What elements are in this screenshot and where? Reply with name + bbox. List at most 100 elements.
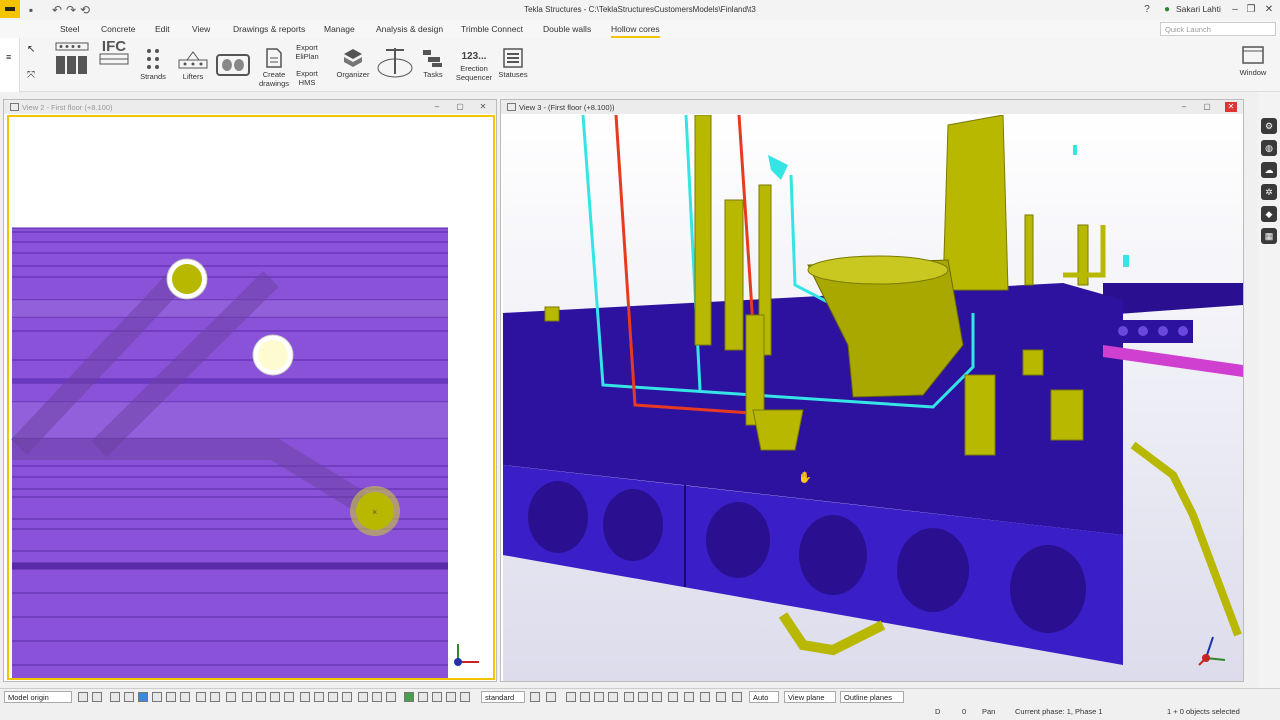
- model-origin-select[interactable]: Model origin: [4, 691, 72, 703]
- statuses-button[interactable]: Statuses: [498, 48, 528, 79]
- snap-point-icon[interactable]: [566, 692, 576, 702]
- erection-sequencer-label: Erection Sequencer: [455, 64, 493, 82]
- snap-tool-icon[interactable]: [242, 692, 252, 702]
- view-3-maximize[interactable]: ▢: [1201, 102, 1213, 112]
- select-tool-icon[interactable]: [210, 692, 220, 702]
- tab-analysis-design[interactable]: Analysis & design: [376, 24, 443, 34]
- close-button[interactable]: ✕: [1262, 3, 1276, 17]
- ifc-button[interactable]: IFC: [98, 39, 130, 69]
- tab-trimble-connect[interactable]: Trimble Connect: [461, 24, 523, 34]
- properties-icon[interactable]: ⚙: [1261, 118, 1277, 134]
- export-hms-button[interactable]: Export HMS: [292, 69, 322, 87]
- snap-tool-icon[interactable]: [358, 692, 368, 702]
- snap-tool-icon[interactable]: [270, 692, 280, 702]
- snap-point-icon[interactable]: [530, 692, 540, 702]
- minimize-button[interactable]: –: [1228, 3, 1242, 17]
- snap-point-icon[interactable]: [608, 692, 618, 702]
- window-title: Tekla Structures - C:\TeklaStructuresCus…: [524, 5, 756, 14]
- export-elliplan-button[interactable]: Export EliPlan: [292, 43, 322, 61]
- user-name[interactable]: Sakari Lahti: [1176, 4, 1221, 14]
- strands-button[interactable]: Strands: [138, 48, 168, 81]
- snap-point-icon[interactable]: [624, 692, 634, 702]
- erection-sequencer-button[interactable]: 123... Erection Sequencer: [454, 52, 494, 83]
- hollowcore-section-icon[interactable]: [216, 54, 250, 76]
- snap-point-icon[interactable]: [638, 692, 648, 702]
- view-icon: [507, 103, 516, 111]
- snap-point-icon[interactable]: [580, 692, 590, 702]
- view-plane-select[interactable]: View plane: [784, 691, 836, 703]
- tab-view[interactable]: View: [192, 24, 210, 34]
- snap-point-icon[interactable]: [652, 692, 662, 702]
- tool-icon[interactable]: [78, 692, 88, 702]
- tab-manage[interactable]: Manage: [324, 24, 355, 34]
- auto-select[interactable]: Auto: [749, 691, 779, 703]
- quick-launch-input[interactable]: Quick Launch: [1160, 22, 1276, 36]
- select-all-icon[interactable]: [110, 692, 120, 702]
- standard-select[interactable]: standard: [481, 691, 525, 703]
- restore-button[interactable]: ❐: [1244, 3, 1258, 17]
- cloud-icon[interactable]: ☁: [1261, 162, 1277, 178]
- view-2-minimize[interactable]: –: [431, 102, 443, 112]
- cube-icon[interactable]: ◆: [1261, 206, 1277, 222]
- window-button[interactable]: Window: [1236, 46, 1270, 77]
- select-tool-icon[interactable]: [180, 692, 190, 702]
- snap-tool-icon[interactable]: [342, 692, 352, 702]
- lifters-button[interactable]: Lifters: [176, 48, 210, 81]
- snap-tool-icon[interactable]: [404, 692, 414, 702]
- organizer-button[interactable]: Organizer: [334, 48, 372, 79]
- snap-tool-icon[interactable]: [446, 692, 456, 702]
- view-2-close[interactable]: ✕: [477, 102, 489, 112]
- snap-tool-icon[interactable]: [460, 692, 470, 702]
- view-2-maximize[interactable]: ▢: [454, 102, 466, 112]
- plan-view-canvas[interactable]: ×: [7, 115, 495, 680]
- tab-hollow-cores[interactable]: Hollow cores: [611, 24, 660, 38]
- snap-point-icon[interactable]: [594, 692, 604, 702]
- tab-concrete[interactable]: Concrete: [101, 24, 136, 34]
- snap-tool-icon[interactable]: [432, 692, 442, 702]
- snap-point-icon[interactable]: [684, 692, 694, 702]
- snap-point-icon[interactable]: [546, 692, 556, 702]
- select-tool-icon[interactable]: [196, 692, 206, 702]
- tool-icon[interactable]: [92, 692, 102, 702]
- view-3-minimize[interactable]: –: [1178, 102, 1190, 112]
- select-parts-icon[interactable]: [124, 692, 134, 702]
- tab-drawings-reports[interactable]: Drawings & reports: [233, 24, 305, 34]
- outline-planes-select[interactable]: Outline planes: [840, 691, 904, 703]
- grid-icon[interactable]: ▦: [1261, 228, 1277, 244]
- tab-steel[interactable]: Steel: [60, 24, 79, 34]
- snap-point-icon[interactable]: [700, 692, 710, 702]
- help-button[interactable]: ?: [1140, 3, 1154, 17]
- select-assembly-icon[interactable]: [138, 692, 148, 702]
- hollowcore-panel-icon[interactable]: [55, 42, 89, 76]
- globe-icon[interactable]: ◍: [1261, 140, 1277, 156]
- menu-icon[interactable]: ≡: [6, 52, 11, 62]
- snap-point-icon[interactable]: [732, 692, 742, 702]
- view-3-close[interactable]: ✕: [1225, 102, 1237, 112]
- view-2-window[interactable]: View 2 - First floor (+8.100) – ▢ ✕ ×: [3, 99, 497, 682]
- snap-tool-icon[interactable]: [386, 692, 396, 702]
- info-bar: D 0 Pan Current phase: 1, Phase 1 1 + 0 …: [0, 704, 1280, 720]
- create-drawings-button[interactable]: Create drawings: [256, 48, 292, 88]
- snap-tool-icon[interactable]: [284, 692, 294, 702]
- snap-tool-icon[interactable]: [256, 692, 266, 702]
- structure-column-icon[interactable]: [376, 46, 414, 80]
- snap-tool-icon[interactable]: [300, 692, 310, 702]
- 3d-view-canvas[interactable]: ✋: [503, 115, 1243, 681]
- settings-icon[interactable]: ✲: [1261, 184, 1277, 200]
- snap-tool-icon[interactable]: [372, 692, 382, 702]
- view-3-window[interactable]: View 3 - (First floor (+8.100)) – ▢ ✕ ✋: [500, 99, 1244, 682]
- snap-tool-icon[interactable]: [314, 692, 324, 702]
- select-tool-icon[interactable]: [166, 692, 176, 702]
- snap-point-icon[interactable]: [668, 692, 678, 702]
- select-arrow-icon[interactable]: ↖: [27, 44, 35, 55]
- tab-edit[interactable]: Edit: [155, 24, 170, 34]
- tab-double-walls[interactable]: Double walls: [543, 24, 591, 34]
- snap-icon[interactable]: ⤧: [27, 70, 35, 81]
- select-tool-icon[interactable]: [152, 692, 162, 702]
- snap-tool-icon[interactable]: [328, 692, 338, 702]
- tasks-button[interactable]: Tasks: [418, 48, 448, 79]
- axis-gizmo: [454, 644, 479, 666]
- snap-point-icon[interactable]: [716, 692, 726, 702]
- select-tool-icon[interactable]: [226, 692, 236, 702]
- snap-tool-icon[interactable]: [418, 692, 428, 702]
